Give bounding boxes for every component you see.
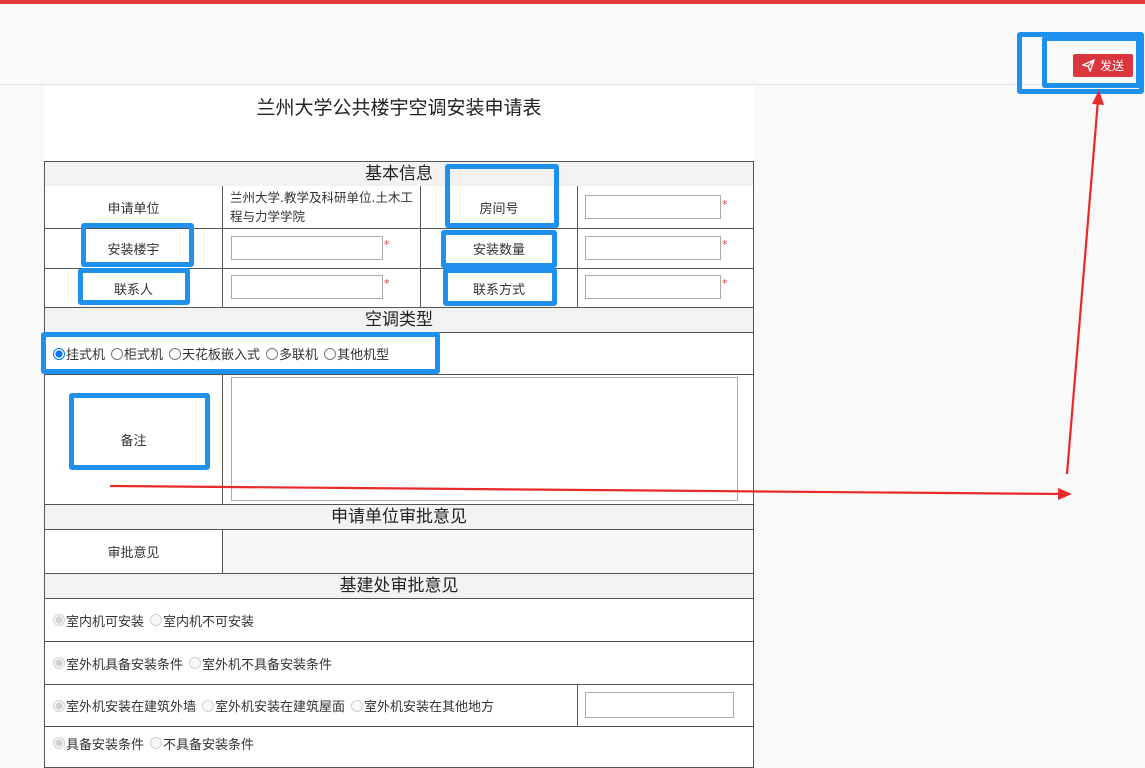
- annotation-arrowhead-vertical: [1092, 90, 1104, 105]
- annotation-arrow-horizontal: [109, 484, 1065, 496]
- annotation-arrows: [109, 90, 1104, 500]
- annotation-arrow-vertical: [1065, 99, 1100, 475]
- annotation-arrowhead-horizontal: [1058, 488, 1072, 500]
